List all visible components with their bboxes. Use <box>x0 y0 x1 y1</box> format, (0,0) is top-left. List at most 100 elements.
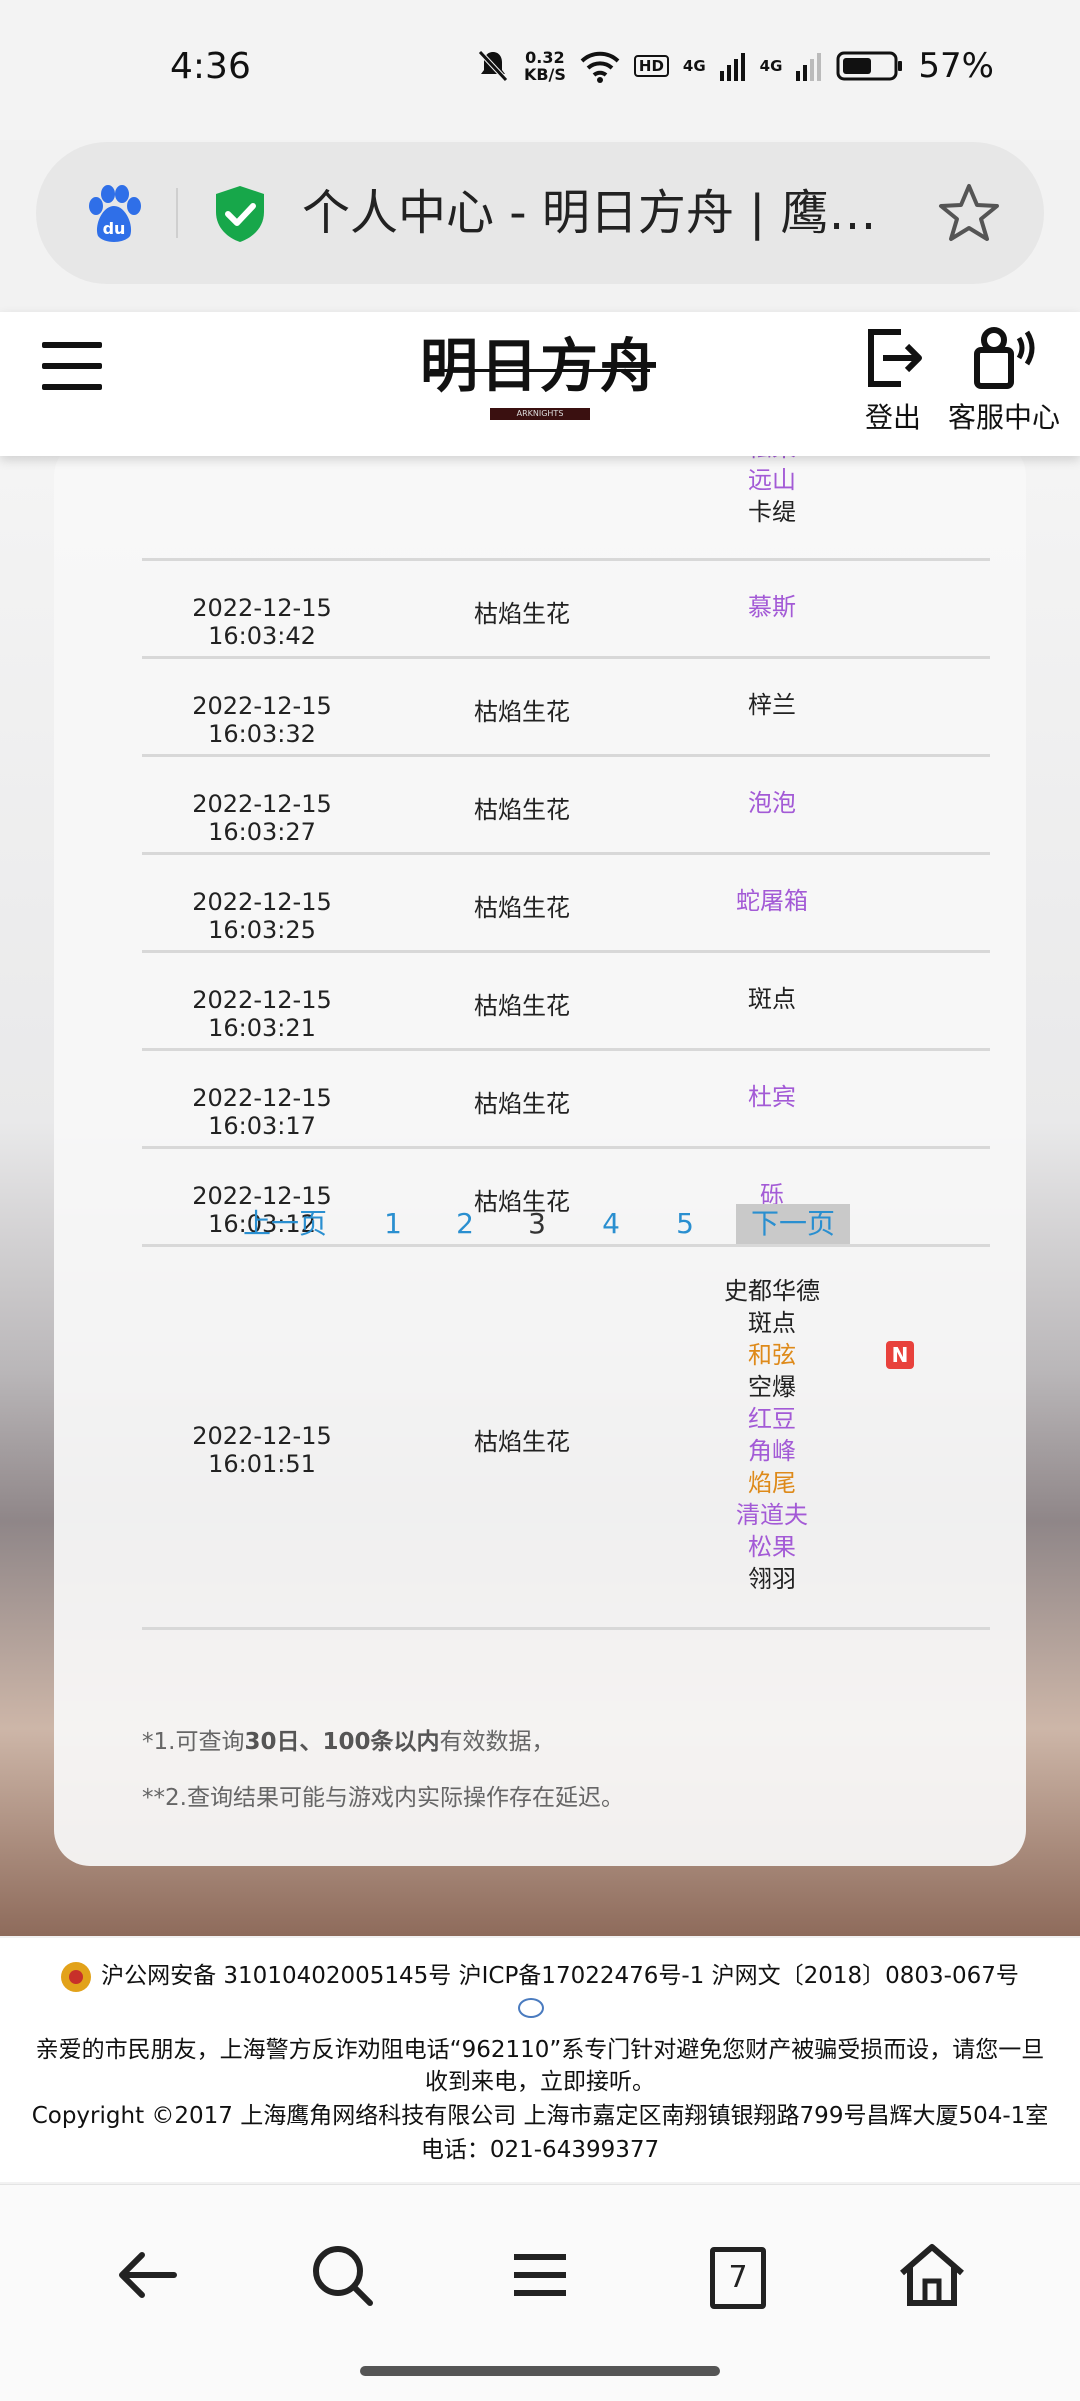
record-operators: 史都华德 斑点 和弦 空爆 红豆 角峰 焰尾 清道夫 松果 翎羽 <box>672 1275 872 1595</box>
table-row: 松果远山卡缇 <box>142 434 990 561</box>
url-divider <box>176 188 178 238</box>
record-item: 枯焰生花 <box>474 893 570 922</box>
battery-percent: 57% <box>918 46 994 86</box>
table-row: 2022-12-15 16:03:21 枯焰生花 斑点 <box>142 953 990 1051</box>
home-indicator <box>360 2366 720 2376</box>
logout-button[interactable]: 登出 <box>858 326 928 436</box>
bookmark-star-icon[interactable] <box>936 180 1002 246</box>
status-time: 4:36 <box>170 46 251 87</box>
records-table: 松果 远山卡缇 2022-12-15 16:03:42 枯焰生花 慕斯 2022-12-1… <box>142 434 990 1630</box>
record-operators: 慕斯 <box>672 591 872 623</box>
customer-service-icon <box>974 327 1035 389</box>
logo-subtitle: ARKNIGHTS <box>490 408 590 420</box>
logo-text: 明日方舟 <box>420 332 661 400</box>
operator-name: 梓兰 <box>748 690 796 719</box>
arknights-logo[interactable]: 明日方舟 ARKNIGHTS <box>420 324 660 444</box>
operator-name: 焰尾 <box>748 1469 796 1497</box>
operator-name: 卡缇 <box>748 498 796 526</box>
status-bar: 4:36 0.32 KB/S HD 4G 4G 57% <box>0 0 1080 140</box>
note-1: *1.可查询30日、100条以内有效数据， <box>142 1722 554 1756</box>
baidu-paw-icon[interactable]: du <box>84 184 144 244</box>
record-item: 枯焰生花 <box>474 1428 570 1456</box>
svg-text:du: du <box>103 219 126 238</box>
site-header: 明日方舟 ARKNIGHTS 登出 客服中心 <box>0 312 1080 456</box>
page-2-link[interactable]: 2 <box>450 1204 480 1244</box>
operator-name: 翎羽 <box>748 1565 796 1593</box>
record-time: 2022-12-15 16:03:25 <box>192 887 332 944</box>
secure-shield-icon[interactable] <box>212 184 268 244</box>
net-speed-unit: KB/S <box>523 65 566 84</box>
net-speed-value: 0.32 <box>525 48 565 67</box>
record-item: 枯焰生花 <box>474 599 570 628</box>
record-item: 枯焰生花 <box>474 991 570 1020</box>
operator-name: 斑点 <box>748 1309 796 1337</box>
operator-name: 角峰 <box>748 1437 796 1465</box>
records-card: 松果 远山卡缇 2022-12-15 16:03:42 枯焰生花 慕斯 2022-12-1… <box>54 434 1026 1866</box>
operator-name: 清道夫 <box>736 1501 808 1529</box>
prev-page-button[interactable]: 上一页 <box>240 1204 330 1244</box>
pagination: 上一页 1 2 3 4 5 下一页 <box>0 1204 1080 1244</box>
police-notice-2: 收到来电，立即接听。 <box>425 2069 655 2095</box>
contact-phone: 电话：021-64399377 <box>420 2137 660 2163</box>
operator-name: 史都华德 <box>724 1277 820 1305</box>
note-1-bold: 30日、100条以内 <box>244 1729 440 1755</box>
home-icon[interactable] <box>892 2235 972 2315</box>
table-row: 2022-12-15 16:03:17 枯焰生花 杜宾 <box>142 1051 990 1149</box>
net-speed: 0.32 KB/S <box>524 49 566 83</box>
page-5-link[interactable]: 5 <box>670 1204 700 1244</box>
signal-label-1: 4G <box>682 57 706 75</box>
search-icon[interactable] <box>302 2235 382 2315</box>
address-bar[interactable]: du 个人中心 - 明日方舟 | 鹰… <box>36 142 1044 284</box>
hd-badge: HD <box>633 55 669 77</box>
operator-name: 斑点 <box>748 984 796 1013</box>
operator-name: 和弦 <box>748 1341 796 1369</box>
wifi-icon <box>580 51 620 83</box>
icp-text[interactable]: 沪公网安备 31010402005145号 沪ICP备17022476号-1 沪… <box>101 1963 1019 1989</box>
record-time: 2022-12-15 16:03:27 <box>192 789 332 846</box>
table-row: 2022-12-15 16:03:27 枯焰生花 泡泡 <box>142 757 990 855</box>
logout-icon <box>868 329 922 387</box>
record-time: 2022-12-15 16:03:21 <box>192 985 332 1042</box>
table-row: 2022-12-15 16:03:25 枯焰生花 蛇屠箱 <box>142 855 990 953</box>
note-1-prefix: *1.可查询 <box>142 1729 245 1755</box>
icp-line: 沪公网安备 31010402005145号 沪ICP备17022476号-1 沪… <box>0 1956 1080 1992</box>
operator-name: 蛇屠箱 <box>736 886 808 915</box>
customer-service-button[interactable]: 客服中心 <box>944 326 1064 436</box>
status-icons: 0.32 KB/S HD 4G 4G 57% <box>476 44 994 88</box>
menu-icon[interactable] <box>42 342 102 394</box>
signal-icon-2 <box>796 53 822 81</box>
record-operators: 斑点 <box>672 983 872 1015</box>
record-operators: 杜宾 <box>672 1081 872 1113</box>
menu-lines-icon[interactable] <box>500 2235 580 2315</box>
page-4-link[interactable]: 4 <box>596 1204 626 1244</box>
record-time: 2022-12-15 16:03:17 <box>192 1083 332 1140</box>
back-arrow-icon[interactable] <box>108 2235 188 2315</box>
record-operators: 蛇屠箱 <box>672 885 872 917</box>
battery-icon <box>836 51 903 81</box>
signal-label-2: 4G <box>759 57 783 75</box>
table-row: 2022-12-15 16:03:32 枯焰生花 梓兰 <box>142 659 990 757</box>
customer-service-label: 客服中心 <box>947 401 1060 434</box>
new-badge: N <box>886 1341 914 1369</box>
logout-label: 登出 <box>864 401 921 434</box>
tabs-button[interactable]: 7 <box>696 2235 776 2315</box>
table-row: 2022-12-15 16:01:51 枯焰生花 史都华德 斑点 和弦 空爆 红豆 角峰 焰尾清… <box>142 1247 990 1630</box>
operator-name: 慕斯 <box>748 592 796 621</box>
record-time: 2022-12-15 16:03:32 <box>192 691 332 748</box>
next-page-button[interactable]: 下一页 <box>736 1204 850 1244</box>
copyright: Copyright ©2017 上海鹰角网络科技有限公司 上海市嘉定区南翔镇银翔… <box>31 2103 1049 2129</box>
police-notice-1: 亲爱的市民朋友，上海警方反诈劝阻电话“962110”系专门针对避免您财产被骗受损… <box>35 2037 1045 2063</box>
police-badge-icon <box>61 1961 92 1992</box>
page-title[interactable]: 个人中心 - 明日方舟 | 鹰… <box>302 176 902 250</box>
operator-name: 远山 <box>748 466 796 494</box>
page-1-link[interactable]: 1 <box>378 1204 408 1244</box>
record-item: 枯焰生花 <box>474 697 570 726</box>
operator-name: 泡泡 <box>748 788 796 817</box>
note-2: **2.查询结果可能与游戏内实际操作存在延迟。 <box>142 1785 624 1811</box>
note-1-suffix: 有效数据， <box>439 1729 555 1755</box>
operator-name: 松果 <box>748 1533 796 1561</box>
operator-name: 杜宾 <box>748 1082 796 1111</box>
page-3-current: 3 <box>528 1207 546 1240</box>
record-time: 2022-12-15 16:03:42 <box>192 593 332 650</box>
operator-name: 空爆 <box>748 1373 796 1401</box>
